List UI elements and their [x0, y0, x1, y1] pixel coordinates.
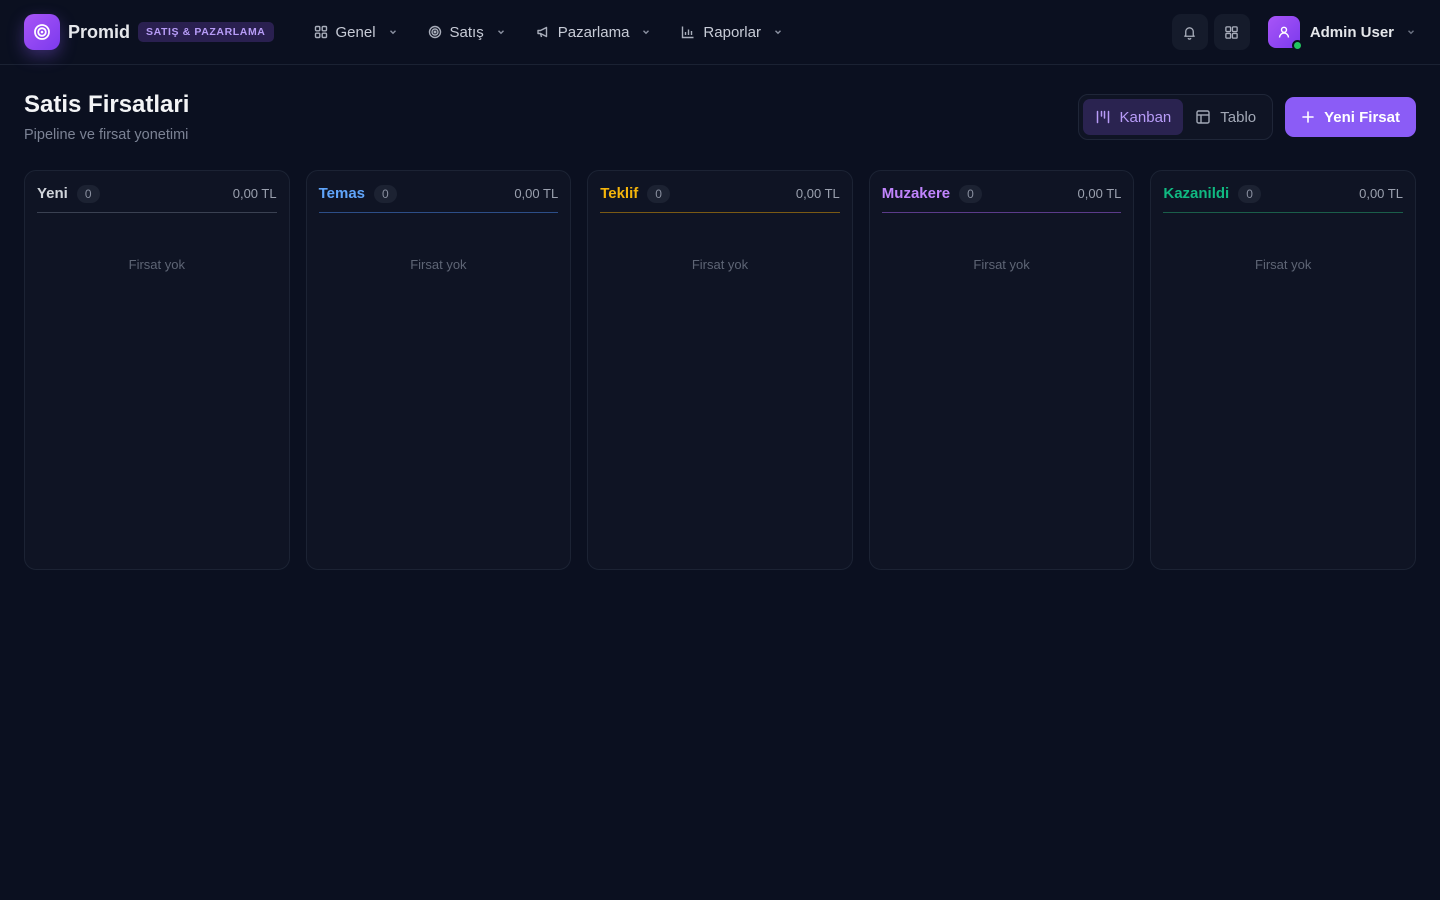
notifications-button[interactable]: [1171, 14, 1208, 50]
nav-label: Genel: [335, 23, 376, 41]
column-header: Teklif 0 0,00 TL: [600, 183, 840, 213]
column-header: Temas 0 0,00 TL: [318, 183, 559, 213]
apps-button[interactable]: [1213, 14, 1250, 50]
user-icon: [1277, 25, 1291, 39]
megaphone-icon: [536, 25, 550, 39]
kanban-icon: [1095, 109, 1111, 125]
chevron-down-icon: [1406, 27, 1416, 37]
column-count-badge: 0: [374, 184, 397, 203]
chevron-down-icon: [496, 27, 506, 37]
header-actions: Kanban Tablo Yeni Firsat: [1077, 94, 1416, 140]
column-title: Teklif: [600, 185, 639, 202]
bell-icon: [1182, 25, 1197, 40]
brand-name: Promid: [68, 21, 131, 42]
nav-label: Pazarlama: [557, 23, 630, 41]
column-total: 0,00 TL: [514, 186, 559, 201]
nav-item-pazarlama[interactable]: Pazarlama: [526, 14, 662, 50]
bar-chart-icon: [681, 25, 695, 39]
column-empty-state: Firsat yok: [410, 257, 467, 272]
new-opportunity-button[interactable]: Yeni Firsat: [1285, 97, 1416, 137]
column-count-badge: 0: [76, 184, 100, 203]
column-empty-state: Firsat yok: [973, 257, 1030, 272]
table-icon: [1195, 109, 1211, 125]
nav-item-satis[interactable]: Satış: [418, 14, 516, 50]
chevron-down-icon: [773, 27, 783, 37]
column-header: Kazanildi 0 0,00 TL: [1163, 183, 1403, 213]
kanban-column-muzakere: Muzakere 0 0,00 TL Firsat yok: [868, 170, 1135, 570]
chevron-down-icon: [388, 27, 398, 37]
column-total: 0,00 TL: [232, 186, 277, 201]
grid-icon: [314, 25, 328, 39]
main-nav: Genel Satış Pazarlama Raporlar: [304, 14, 803, 50]
top-navbar: Promid SATIŞ & PAZARLAMA Genel Satış Paz…: [0, 0, 1440, 65]
brand-badge: SATIŞ & PAZARLAMA: [138, 22, 274, 42]
column-title: Muzakere: [881, 185, 951, 202]
column-count-badge: 0: [959, 184, 982, 203]
column-header: Yeni 0 0,00 TL: [37, 183, 277, 213]
table-view-label: Tablo: [1220, 108, 1257, 126]
page-header: Satis Firsatlari Pipeline ve firsat yone…: [0, 65, 1440, 170]
new-opportunity-label: Yeni Firsat: [1324, 108, 1400, 126]
column-empty-state: Firsat yok: [128, 257, 185, 272]
user-menu[interactable]: Admin User: [1267, 16, 1416, 51]
column-title: Yeni: [37, 185, 68, 202]
column-empty-state: Firsat yok: [691, 257, 749, 272]
nav-item-genel[interactable]: Genel: [304, 14, 408, 50]
user-name: Admin User: [1309, 23, 1394, 41]
column-total: 0,00 TL: [1077, 186, 1122, 201]
plus-icon: [1301, 110, 1315, 124]
view-toggle: Kanban Tablo: [1077, 94, 1274, 140]
table-view-button[interactable]: Tablo: [1183, 99, 1268, 135]
logo-target-icon: [24, 14, 60, 50]
brand[interactable]: Promid SATIŞ & PAZARLAMA: [24, 14, 274, 50]
kanban-view-button[interactable]: Kanban: [1082, 99, 1184, 135]
column-title: Kazanildi: [1163, 185, 1230, 202]
target-icon: [428, 25, 442, 39]
column-total: 0,00 TL: [1359, 186, 1403, 201]
column-count-badge: 0: [647, 184, 670, 203]
kanban-column-temas: Temas 0 0,00 TL Firsat yok: [305, 170, 572, 570]
column-empty-state: Firsat yok: [1255, 257, 1312, 272]
apps-grid-icon: [1224, 25, 1239, 40]
topbar-actions: Admin User: [1166, 14, 1416, 51]
nav-item-raporlar[interactable]: Raporlar: [671, 14, 793, 50]
kanban-board: Yeni 0 0,00 TL Firsat yok Temas 0 0,00 T…: [0, 170, 1440, 570]
column-total: 0,00 TL: [795, 186, 840, 201]
kanban-column-yeni: Yeni 0 0,00 TL Firsat yok: [24, 170, 290, 570]
avatar: [1267, 16, 1303, 51]
chevron-down-icon: [641, 27, 651, 37]
kanban-column-teklif: Teklif 0 0,00 TL Firsat yok: [587, 170, 853, 570]
column-count-badge: 0: [1238, 184, 1261, 203]
kanban-view-label: Kanban: [1119, 108, 1172, 126]
column-header: Muzakere 0 0,00 TL: [881, 183, 1122, 213]
online-status-dot: [1291, 40, 1303, 51]
nav-label: Raporlar: [703, 23, 761, 41]
nav-label: Satış: [449, 23, 484, 41]
column-title: Temas: [318, 185, 366, 202]
kanban-column-kazanildi: Kazanildi 0 0,00 TL Firsat yok: [1150, 170, 1416, 570]
